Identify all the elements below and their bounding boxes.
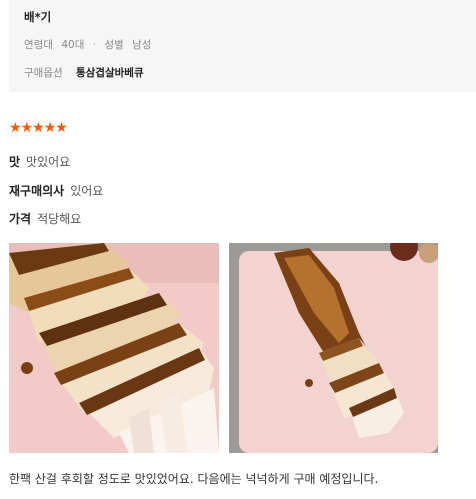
star-icon: ★ [32,120,45,136]
attribute-repurchase: 재구매의사 있어요 [9,182,103,199]
star-icon: ★ [9,120,22,136]
age-label: 연령대 [24,39,53,51]
attribute-key: 맛 [9,155,21,169]
reviewer-demographics: 연령대 40대 · 성별 남성 [24,37,151,52]
review-text: 한팩 산걸 후회할 정도로 맛있었어요. 다음에는 넉넉하게 구매 예정입니다. [9,472,379,486]
attribute-value: 맛있어요 [26,155,71,169]
purchase-option: 구매옵션 통삼겹살바베큐 [24,65,144,80]
attribute-price: 가격 적당해요 [9,210,81,227]
star-icon: ★ [55,120,68,136]
review-photo-1[interactable] [9,243,219,453]
reviewer-info-panel: 배*기 연령대 40대 · 성별 남성 구매옵션 통삼겹살바베큐 [9,0,476,92]
option-value: 통삼겹살바베큐 [75,67,144,79]
reviewer-name: 배*기 [24,10,52,24]
grilled-pork-on-cutting-board-photo [229,243,438,453]
gender-label: 성별 [104,39,124,51]
star-icon: ★ [20,120,34,136]
gender-value: 남성 [132,39,152,51]
attribute-value: 적당해요 [37,212,82,226]
review-photo-2[interactable] [229,243,438,453]
age-value: 40대 [61,39,85,51]
attribute-key: 가격 [9,212,32,226]
option-label: 구매옵션 [24,67,63,79]
attribute-value: 있어요 [70,184,104,198]
grilled-pork-slices-photo [9,243,219,453]
separator-dot: · [92,39,97,51]
star-rating: ★★★★★ [9,120,68,136]
star-icon: ★ [43,120,57,136]
attribute-taste: 맛 맛있어요 [9,153,70,170]
attribute-key: 재구매의사 [9,184,65,198]
